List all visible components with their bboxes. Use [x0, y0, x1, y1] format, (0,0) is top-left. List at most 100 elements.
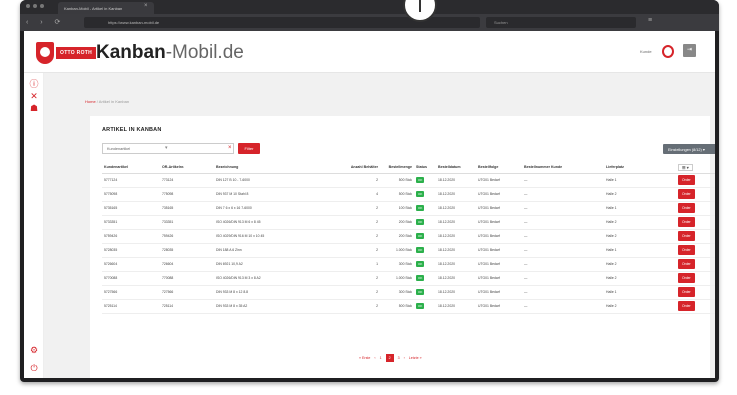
- settings-icon[interactable]: ⚙: [29, 345, 39, 355]
- column-header[interactable]: ☰ ▾: [676, 162, 715, 174]
- power-icon[interactable]: ⏻: [29, 363, 39, 373]
- user-label[interactable]: Kunde: [640, 49, 652, 54]
- order-button[interactable]: Order: [678, 301, 695, 311]
- table-row[interactable]: 5777124 773124 DIN 127 B 10 - 7-6000 2 500 S…: [102, 173, 715, 188]
- cell-or: 770088: [160, 271, 214, 286]
- column-header[interactable]: Bestelldatum: [436, 162, 476, 174]
- cell-anzahl: 2: [324, 229, 380, 244]
- cell-anzahl: 4: [324, 187, 380, 202]
- brand-title[interactable]: Kanban-Mobil.de: [96, 42, 244, 64]
- browser-menu-icon[interactable]: ≡: [648, 17, 652, 24]
- action-cell: Order: [676, 201, 715, 216]
- cell-anzahl: 2: [324, 271, 380, 286]
- hierarchy-icon[interactable]: ☗: [29, 103, 39, 113]
- cell-bnr: —: [522, 173, 604, 188]
- pagination-last[interactable]: Letzte »: [409, 356, 422, 360]
- column-header[interactable]: Anzahl Behälter: [324, 162, 380, 174]
- tab-close-icon[interactable]: ×: [144, 3, 148, 9]
- pagination-page-2-current[interactable]: 2: [385, 354, 394, 362]
- action-cell: Order: [676, 285, 715, 300]
- column-header[interactable]: Bezeichnung: [214, 162, 324, 174]
- action-cell: Order: [676, 299, 715, 314]
- column-settings-button[interactable]: Einstellungen (8/12) ▾: [663, 144, 715, 154]
- brand-rest: -Mobil.de: [165, 42, 244, 63]
- filter-button[interactable]: Filter: [238, 143, 260, 154]
- info-icon[interactable]: ⓘ: [29, 79, 39, 89]
- clear-filter-icon[interactable]: ×: [228, 145, 232, 151]
- cell-bez: DIN 933 M 8 x 35 A2: [214, 299, 324, 314]
- browser-tab[interactable]: Kanban-Mobil - Artikel in Kanban: [58, 2, 154, 14]
- close-icon[interactable]: ✕: [29, 91, 39, 101]
- table-row[interactable]: 5728035 728035 DIN 188 A 6 Zinn 2 1.000 Stck…: [102, 243, 715, 258]
- status-cell: OK: [414, 201, 436, 216]
- account-icon[interactable]: [662, 45, 674, 58]
- window-controls[interactable]: [26, 4, 44, 8]
- pagination-next[interactable]: ›: [404, 356, 405, 360]
- order-button[interactable]: Order: [678, 203, 695, 213]
- table-row[interactable]: 5735165 735165 DIN 7 6 x 6 x 16 7-6000 2 100…: [102, 201, 715, 216]
- logout-icon[interactable]: ⇥: [683, 44, 696, 57]
- order-button[interactable]: Order: [678, 189, 695, 199]
- status-badge: OK: [416, 247, 425, 253]
- pagination-prev[interactable]: ‹: [374, 356, 375, 360]
- table-header-row: Kundenartikel OR-Artikelnr. Bezeichnung Anz…: [102, 162, 715, 174]
- column-header[interactable]: Status: [414, 162, 436, 174]
- cell-or: 733351: [160, 215, 214, 230]
- cell-kunden: 5775098: [102, 187, 160, 202]
- order-button[interactable]: Order: [678, 287, 695, 297]
- order-button[interactable]: Order: [678, 273, 695, 283]
- pagination-page-3[interactable]: 3: [398, 356, 400, 360]
- filter-select-value: Kundenartikel: [107, 147, 131, 151]
- column-header[interactable]: Lieferplatz: [604, 162, 676, 174]
- breadcrumb: Home / Artikel in Kanban: [85, 99, 129, 104]
- cell-datum: 18.12.2020: [436, 229, 476, 244]
- cell-platz: Halle 2: [604, 271, 676, 286]
- cell-kunden: 5733351: [102, 215, 160, 230]
- chevron-down-icon[interactable]: ▾: [165, 145, 168, 151]
- cell-datum: 18.12.2020: [436, 257, 476, 272]
- filter-select[interactable]: Kundenartikel ▾ ×: [102, 143, 234, 154]
- column-header[interactable]: OR-Artikelnr.: [160, 162, 214, 174]
- otto-roth-logo-icon[interactable]: [36, 42, 54, 64]
- order-button[interactable]: Order: [678, 231, 695, 241]
- order-button[interactable]: Order: [678, 245, 695, 255]
- logo-text[interactable]: OTTO ROTH: [56, 47, 97, 59]
- table-row[interactable]: 5727566 727566 DIN 933 M 8 x 12 8.8 2 300 St…: [102, 285, 715, 300]
- cell-folge: UTG01 Bedarf: [476, 229, 522, 244]
- browser-toolbar: ‹ › ⟳ https://www.kanban-mobil.de Suchen…: [20, 14, 719, 31]
- column-header[interactable]: Bestellfolge: [476, 162, 522, 174]
- order-button[interactable]: Order: [678, 217, 695, 227]
- table-row[interactable]: 5733351 733351 ISO 4026/DIN 913 M 6 x 8 45…: [102, 215, 715, 230]
- cell-menge: 100 Stck: [380, 201, 414, 216]
- column-header[interactable]: Bestellmenge: [380, 162, 414, 174]
- cell-or: 775098: [160, 187, 214, 202]
- cell-anzahl: 2: [324, 173, 380, 188]
- table-row[interactable]: 5726604 726604 DIN 6921 10,9 A2 1 300 Stck OK…: [102, 257, 715, 272]
- column-menu-icon[interactable]: ☰ ▾: [678, 163, 693, 171]
- nav-buttons[interactable]: ‹ › ⟳: [26, 18, 65, 26]
- cell-bnr: —: [522, 187, 604, 202]
- browser-search-input[interactable]: Suchen: [486, 17, 636, 28]
- cell-anzahl: 2: [324, 285, 380, 300]
- order-button[interactable]: Order: [678, 175, 695, 185]
- column-header[interactable]: Kundenartikel: [102, 162, 160, 174]
- column-header[interactable]: Bestellnummer Kunde: [522, 162, 604, 174]
- status-badge: OK: [416, 289, 425, 295]
- table-row[interactable]: 5725114 725114 DIN 933 M 8 x 35 A2 2 500 Stc…: [102, 299, 715, 314]
- table-row[interactable]: 5759426 759426 ISO 4029/DIN 916 M 10 x 10 …: [102, 229, 715, 244]
- order-button[interactable]: Order: [678, 259, 695, 269]
- table-row[interactable]: 5770088 770088 ISO 4026/DIN 913 M 3 x 8 A2…: [102, 271, 715, 286]
- breadcrumb-home[interactable]: Home: [85, 99, 96, 104]
- table-row[interactable]: 5775098 775098 DIN 937 M 10 Stahl 8 4 500 St…: [102, 187, 715, 202]
- cell-bez: DIN 6921 10,9 A2: [214, 257, 324, 272]
- cell-datum: 18.12.2020: [436, 201, 476, 216]
- web-page: OTTO ROTH Kanban-Mobil.de Kunde ⇥ ⓘ ✕ ☗ …: [24, 31, 715, 378]
- pagination-page-1[interactable]: 1: [380, 356, 382, 360]
- cell-anzahl: 2: [324, 215, 380, 230]
- pagination-first[interactable]: « Erste: [359, 356, 370, 360]
- cell-folge: UTG01 Bedarf: [476, 187, 522, 202]
- status-badge: OK: [416, 177, 425, 183]
- cell-folge: UTG01 Bedarf: [476, 299, 522, 314]
- cell-anzahl: 2: [324, 243, 380, 258]
- cell-folge: UTG01 Bedarf: [476, 173, 522, 188]
